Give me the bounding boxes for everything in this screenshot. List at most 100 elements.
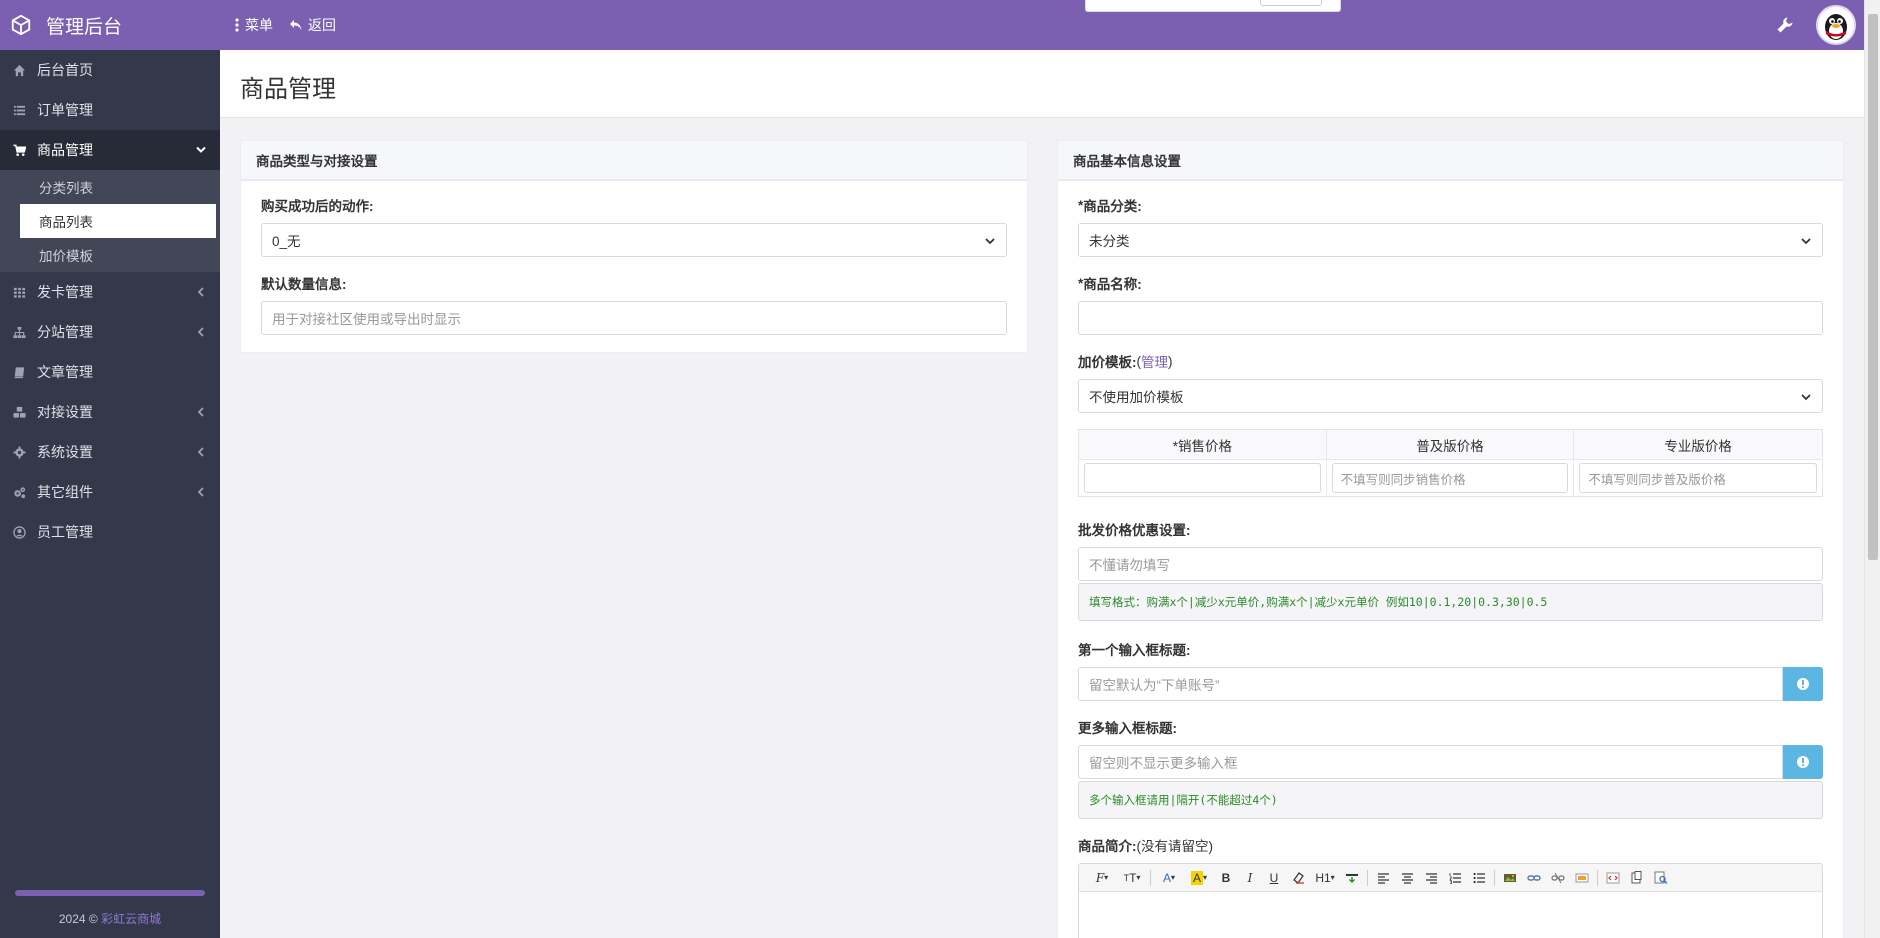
page-title: 商品管理 [240,76,336,103]
markup-manage-link[interactable]: 管理 [1141,351,1168,371]
chevron-down-icon [985,238,995,245]
font-color-icon[interactable]: A ▾ [1154,867,1184,889]
sale-price-input[interactable] [1084,463,1321,493]
sidebar: 后台首页 订单管理 商品管理 分类列表 商品列表 加价模板 发卡管理 分站管理 … [0,50,220,938]
chevron-left-icon [197,487,204,497]
back-label: 返回 [308,17,336,33]
sidebar-item-label: 商品管理 [37,142,93,158]
qty-label: 默认数量信息: [261,277,347,292]
cube-icon [11,14,31,36]
heading-icon[interactable]: H1 ▾ [1310,867,1340,889]
purchase-action-value: 0_无 [272,234,301,249]
grid-icon [12,285,26,299]
sidebar-subitem-categories[interactable]: 分类列表 [0,170,220,204]
vertical-scrollbar[interactable] [1864,0,1880,938]
unordered-list-icon[interactable] [1467,867,1491,889]
italic-icon[interactable]: I [1238,867,1262,889]
sidebar-item-components[interactable]: 其它组件 [0,472,220,512]
markup-template-select[interactable]: 不使用加价模板 [1078,379,1823,413]
purchase-action-select[interactable]: 0_无 [261,223,1007,257]
ordered-list-icon[interactable] [1443,867,1467,889]
user-circle-icon [12,525,26,539]
wholesale-hint: 填写格式：购满x个|减少x元单价,购满x个|减少x元单价 例如10|0.1,20… [1078,583,1823,621]
default-qty-placeholder: 用于对接社区使用或导出时显示 [272,312,461,327]
sidebar-item-label: 文章管理 [37,364,93,380]
first-input-label: 第一个输入框标题: [1078,643,1191,658]
sidebar-item-substations[interactable]: 分站管理 [0,312,220,352]
sidebar-item-articles[interactable]: 文章管理 [0,352,220,392]
sidebar-item-label: 系统设置 [37,444,93,460]
reply-icon [290,20,302,31]
panel-title: 商品类型与对接设置 [241,141,1027,181]
footer-link[interactable]: 彩虹云商城 [101,912,161,926]
exclamation-circle-icon [1797,756,1809,768]
menu-label: 菜单 [245,17,273,33]
insert-hr-icon[interactable] [1340,867,1364,889]
sidebar-item-label: 其它组件 [37,484,93,500]
wholesale-input[interactable]: 不懂请勿填写 [1078,547,1823,581]
basic-price-input[interactable]: 不填写则同步销售价格 [1331,463,1569,493]
align-left-icon[interactable] [1371,867,1395,889]
sidebar-item-label: 员工管理 [37,524,93,540]
wrench-icon[interactable] [1776,16,1794,34]
info-button[interactable] [1783,745,1823,779]
align-right-icon[interactable] [1419,867,1443,889]
link-icon[interactable] [1522,867,1546,889]
sidebar-item-orders[interactable]: 订单管理 [0,90,220,130]
sidebar-item-products[interactable]: 商品管理 [0,130,220,170]
chevron-left-icon [197,447,204,457]
sidebar-item-dashboard[interactable]: 后台首页 [0,50,220,90]
price-header: 专业版价格 [1574,430,1822,460]
bold-icon[interactable]: B [1214,867,1238,889]
sidebar-item-cards[interactable]: 发卡管理 [0,272,220,312]
info-button[interactable] [1783,667,1823,701]
sidebar-item-staff[interactable]: 员工管理 [0,512,220,552]
category-select[interactable]: 未分类 [1078,223,1823,257]
first-input-title-field[interactable]: 留空默认为“下单账号” [1078,667,1783,701]
page-header: 商品管理 [220,50,1864,118]
price-header: 普及版价格 [1326,430,1575,460]
sidebar-subitem-markup-templates[interactable]: 加价模板 [0,238,220,272]
eraser-icon[interactable] [1286,867,1310,889]
chevron-down-icon [196,146,206,153]
popup-button[interactable] [1260,0,1322,6]
font-family-icon[interactable]: F ▾ [1087,867,1117,889]
description-editor[interactable]: F ▾ T T ▾ A ▾ A ▾ B I U H1 ▾ [1078,863,1823,938]
price-header: *销售价格 [1079,430,1327,460]
brand[interactable]: 管理后台 [0,0,220,50]
preview-icon[interactable] [1649,867,1673,889]
product-name-input[interactable] [1078,301,1823,335]
sidebar-progress-bar [15,890,205,896]
sidebar-item-system[interactable]: 系统设置 [0,432,220,472]
sidebar-subitem-product-list[interactable]: 商品列表 [20,204,216,238]
action-label: 购买成功后的动作: [261,199,374,214]
pro-price-input[interactable]: 不填写则同步普及版价格 [1579,463,1817,493]
align-center-icon[interactable] [1395,867,1419,889]
paste-icon[interactable] [1625,867,1649,889]
more-input-label: 更多输入框标题: [1078,721,1177,736]
avatar[interactable] [1816,5,1856,45]
chevron-down-icon [1801,394,1811,401]
more-input-hint: 多个输入框请用|隔开(不能超过4个) [1078,781,1823,819]
product-name-label: * 商品名称: [1078,275,1142,293]
insert-image-icon[interactable] [1498,867,1522,889]
sidebar-item-label: 对接设置 [37,404,93,420]
insert-video-icon[interactable] [1570,867,1594,889]
penguin-avatar-icon [1825,14,1847,40]
sidebar-item-integration[interactable]: 对接设置 [0,392,220,432]
footer-copyright: 2024 © [58,912,98,926]
source-code-icon[interactable] [1601,867,1625,889]
underline-icon[interactable]: U [1262,867,1286,889]
background-color-icon[interactable]: A ▾ [1184,867,1214,889]
default-qty-input[interactable]: 用于对接社区使用或导出时显示 [261,301,1007,335]
dropdown-popup [1085,0,1341,12]
home-icon [12,63,26,77]
font-size-icon[interactable]: T T ▾ [1117,867,1147,889]
products-submenu: 分类列表 商品列表 加价模板 [0,170,220,272]
back-button[interactable]: 返回 [289,15,336,35]
sidebar-item-label: 发卡管理 [37,284,93,300]
menu-button[interactable]: 菜单 [234,15,273,35]
scrollbar-thumb[interactable] [1868,14,1878,560]
unlink-icon[interactable] [1546,867,1570,889]
more-input-title-field[interactable]: 留空则不显示更多输入框 [1078,745,1783,779]
